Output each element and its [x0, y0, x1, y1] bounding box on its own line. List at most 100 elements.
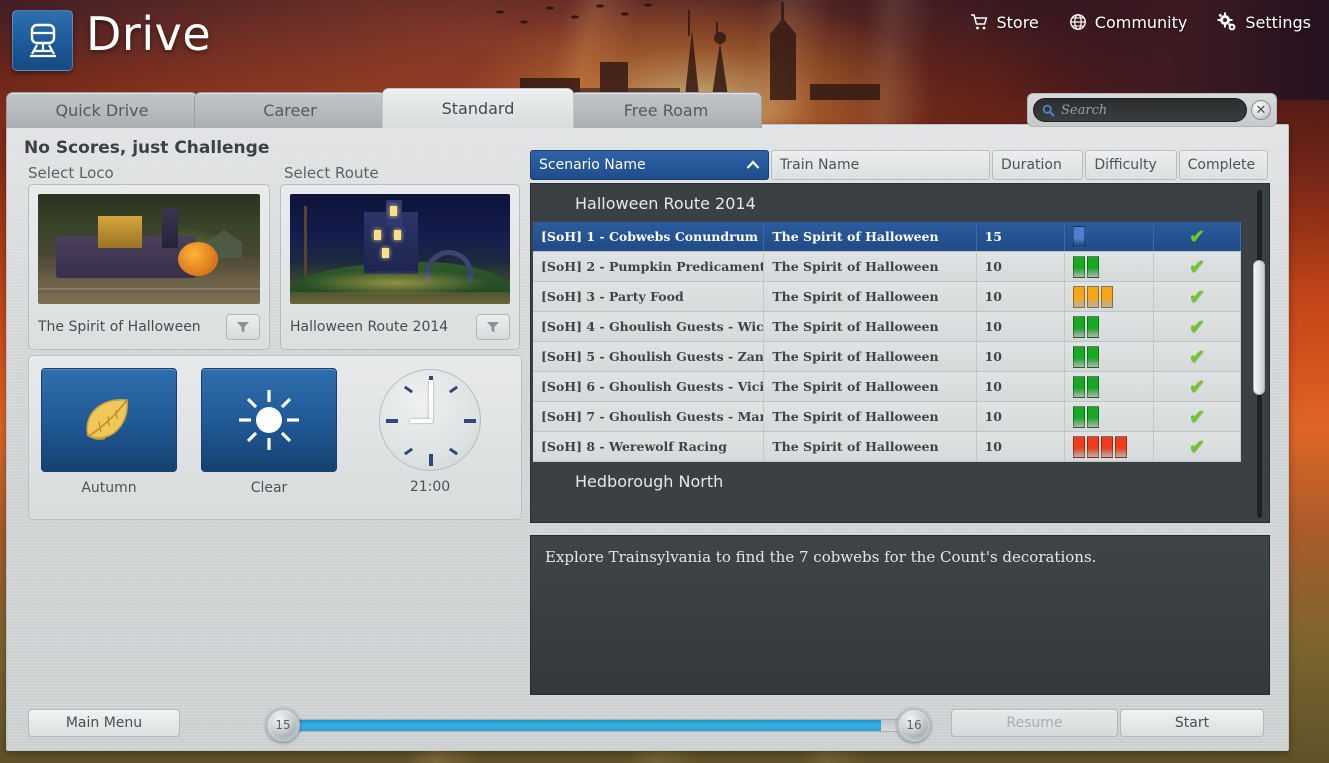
- select-loco-label: Select Loco: [28, 164, 114, 182]
- slider-handle-right-value: 16: [906, 718, 922, 732]
- difficulty-bar: [1073, 225, 1086, 248]
- table-row[interactable]: [SoH] 3 - Party Food The Spirit of Hallow…: [533, 282, 1241, 312]
- nav-settings[interactable]: Settings: [1217, 12, 1311, 32]
- season-label: Autumn: [81, 480, 137, 496]
- route-filter-button[interactable]: [476, 314, 510, 340]
- table-row[interactable]: [SoH] 2 - Pumpkin Predicament The Spirit …: [533, 252, 1241, 282]
- column-header-duration-label: Duration: [1001, 157, 1062, 173]
- loco-filter-button[interactable]: [226, 314, 260, 340]
- page-title: Drive: [86, 7, 212, 61]
- column-header-difficulty[interactable]: Difficulty: [1085, 150, 1177, 180]
- cell-train-name: The Spirit of Halloween: [764, 372, 977, 401]
- column-header-scenario-name-label: Scenario Name: [539, 157, 646, 173]
- cell-train-name: The Spirit of Halloween: [764, 402, 977, 431]
- slider-handle-left[interactable]: 15: [266, 708, 300, 742]
- cell-difficulty: [1065, 432, 1155, 461]
- resume-label: Resume: [1006, 715, 1063, 731]
- top-navigation: Store Community Settings: [970, 12, 1311, 32]
- cell-train-name: The Spirit of Halloween: [764, 282, 977, 311]
- route-artwork: [290, 194, 510, 304]
- nav-settings-label: Settings: [1245, 12, 1311, 32]
- tab-career[interactable]: Career: [194, 92, 386, 128]
- nav-store-label: Store: [996, 12, 1039, 32]
- cell-duration: 10: [977, 402, 1066, 431]
- cell-duration: 10: [977, 252, 1066, 281]
- column-header-train-name[interactable]: Train Name: [770, 150, 991, 180]
- table-row[interactable]: [SoH] 1 - Cobwebs Conundrum The Spirit of…: [533, 222, 1241, 252]
- cell-scenario-name: [SoH] 1 - Cobwebs Conundrum: [533, 222, 765, 251]
- table-scrollbar[interactable]: [1253, 190, 1265, 518]
- table-group-header[interactable]: Halloween Route 2014: [533, 184, 1241, 222]
- season-tile[interactable]: [41, 368, 177, 472]
- cell-complete: ✔: [1154, 252, 1241, 281]
- cell-duration: 10: [977, 432, 1066, 461]
- table-group-header[interactable]: Hedborough North: [533, 462, 1241, 500]
- search-bar: Search ✕: [1027, 93, 1277, 127]
- cell-difficulty: [1065, 312, 1155, 341]
- app-logo: [12, 10, 73, 71]
- nav-community-label: Community: [1094, 12, 1188, 32]
- tab-standard[interactable]: Standard: [382, 88, 574, 128]
- column-header-duration[interactable]: Duration: [992, 150, 1084, 180]
- difficulty-bar: [1087, 405, 1100, 428]
- season-selector[interactable]: Autumn: [41, 368, 177, 496]
- cell-scenario-name: [SoH] 6 - Ghoulish Guests - Vicious Vamp…: [533, 372, 765, 401]
- slider-fill: [289, 720, 881, 731]
- cell-complete: ✔: [1154, 282, 1241, 311]
- column-header-complete[interactable]: Complete: [1178, 150, 1268, 180]
- start-label: Start: [1174, 715, 1210, 731]
- checkmark-icon: ✔: [1189, 225, 1206, 248]
- main-menu-button[interactable]: Main Menu: [28, 709, 180, 737]
- leaf-icon: [86, 399, 128, 440]
- cell-scenario-name: [SoH] 2 - Pumpkin Predicament: [533, 252, 765, 281]
- cell-complete: ✔: [1154, 312, 1241, 341]
- route-thumbnail: [290, 194, 510, 304]
- cell-duration: 10: [977, 282, 1066, 311]
- cell-train-name: The Spirit of Halloween: [764, 222, 977, 251]
- app-header: Drive Store Community Settings: [0, 0, 1329, 90]
- weather-selector[interactable]: Clear: [201, 368, 337, 496]
- tab-free-roam-label: Free Roam: [623, 101, 709, 120]
- gear-icon: [1217, 12, 1236, 31]
- environment-panel: Autumn Clear 21:00: [28, 355, 522, 520]
- clock-icon[interactable]: [379, 369, 481, 471]
- tab-quick-drive[interactable]: Quick Drive: [6, 92, 198, 128]
- scrollbar-thumb[interactable]: [1253, 260, 1265, 395]
- cell-scenario-name: [SoH] 3 - Party Food: [533, 282, 765, 311]
- weather-tile[interactable]: [201, 368, 337, 472]
- table-row[interactable]: [SoH] 5 - Ghoulish Guests - Zany Zombies…: [533, 342, 1241, 372]
- cell-complete: ✔: [1154, 432, 1241, 461]
- loco-picker[interactable]: The Spirit of Halloween: [28, 184, 270, 350]
- tab-free-roam[interactable]: Free Roam: [570, 92, 762, 128]
- difficulty-bar: [1073, 345, 1086, 368]
- loco-artwork: [38, 194, 260, 304]
- resume-button[interactable]: Resume: [951, 709, 1118, 737]
- difficulty-bar: [1101, 285, 1114, 308]
- tab-standard-label: Standard: [441, 99, 515, 118]
- column-header-complete-label: Complete: [1187, 157, 1256, 173]
- difficulty-bar: [1115, 435, 1128, 458]
- search-clear-button[interactable]: ✕: [1251, 100, 1271, 120]
- table-row[interactable]: [SoH] 8 - Werewolf Racing The Spirit of H…: [533, 432, 1241, 462]
- nav-store[interactable]: Store: [970, 12, 1039, 32]
- search-input[interactable]: Search: [1033, 98, 1247, 122]
- table-row[interactable]: [SoH] 4 - Ghoulish Guests - Wicked Witch…: [533, 312, 1241, 342]
- route-picker[interactable]: Halloween Route 2014: [280, 184, 520, 350]
- table-rows-host: Halloween Route 2014 [SoH] 1 - Cobwebs Co…: [531, 184, 1269, 500]
- time-range-slider[interactable]: 15 16: [266, 708, 931, 742]
- scenario-description-text: Explore Trainsylvania to find the 7 cobw…: [545, 548, 1097, 566]
- column-header-scenario-name[interactable]: Scenario Name: [530, 150, 769, 180]
- table-row[interactable]: [SoH] 6 - Ghoulish Guests - Vicious Vamp…: [533, 372, 1241, 402]
- time-selector[interactable]: 21:00: [379, 369, 481, 495]
- slider-handle-right[interactable]: 16: [897, 708, 931, 742]
- cell-complete: ✔: [1154, 372, 1241, 401]
- difficulty-bar: [1087, 255, 1100, 278]
- shopping-cart-icon: [971, 14, 988, 30]
- loco-thumbnail: [38, 194, 260, 304]
- cell-scenario-name: [SoH] 7 - Ghoulish Guests - Manic Mummie…: [533, 402, 765, 431]
- table-row[interactable]: [SoH] 7 - Ghoulish Guests - Manic Mummie…: [533, 402, 1241, 432]
- search-placeholder: Search: [1061, 102, 1108, 118]
- difficulty-bar: [1073, 315, 1086, 338]
- nav-community[interactable]: Community: [1069, 12, 1188, 32]
- start-button[interactable]: Start: [1120, 709, 1264, 737]
